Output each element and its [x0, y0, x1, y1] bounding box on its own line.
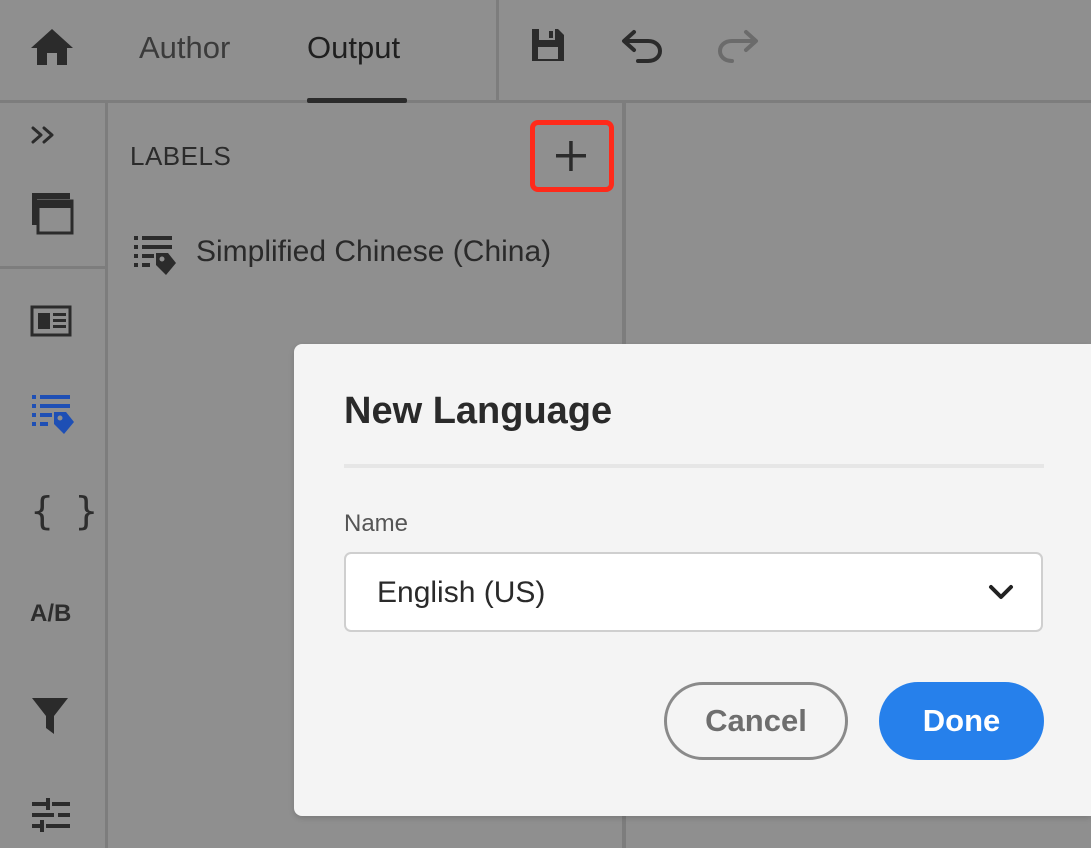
labels-panel-title: LABELS	[130, 141, 232, 171]
save-icon[interactable]	[530, 27, 566, 63]
braces-icon[interactable]: { }	[30, 491, 102, 531]
add-label-button[interactable]	[530, 120, 614, 192]
redo-icon[interactable]	[716, 28, 760, 64]
panels-icon[interactable]	[30, 191, 74, 235]
new-language-dialog: New Language Name English (US) Cancel Do…	[294, 344, 1091, 816]
top-toolbar: Author Output	[0, 0, 1091, 103]
done-button[interactable]: Done	[879, 682, 1044, 760]
home-icon[interactable]	[29, 27, 75, 67]
left-icon-rail: { } A/B	[0, 103, 105, 848]
language-select[interactable]: English (US)	[344, 552, 1043, 632]
dialog-divider	[344, 464, 1044, 468]
tab-author[interactable]: Author	[139, 28, 230, 68]
name-field-label: Name	[344, 510, 409, 537]
labels-icon[interactable]	[30, 392, 76, 438]
language-select-value: English (US)	[377, 576, 546, 609]
rail-divider	[0, 266, 105, 269]
tab-output[interactable]: Output	[307, 28, 400, 68]
list-item[interactable]: Simplified Chinese (China)	[130, 229, 610, 279]
filter-icon[interactable]	[30, 696, 70, 738]
expand-icon[interactable]	[30, 123, 58, 147]
toolbar-divider	[496, 0, 499, 103]
label-list-icon	[134, 236, 176, 275]
article-icon[interactable]	[30, 304, 72, 338]
ab-test-icon[interactable]: A/B	[30, 599, 71, 629]
undo-icon[interactable]	[620, 28, 664, 64]
cancel-button[interactable]: Cancel	[664, 682, 848, 760]
plus-icon	[556, 141, 586, 171]
adjust-icon[interactable]	[30, 798, 74, 832]
chevron-down-icon	[989, 585, 1013, 599]
dialog-title: New Language	[344, 390, 613, 432]
list-item-label: Simplified Chinese (China)	[196, 235, 552, 268]
